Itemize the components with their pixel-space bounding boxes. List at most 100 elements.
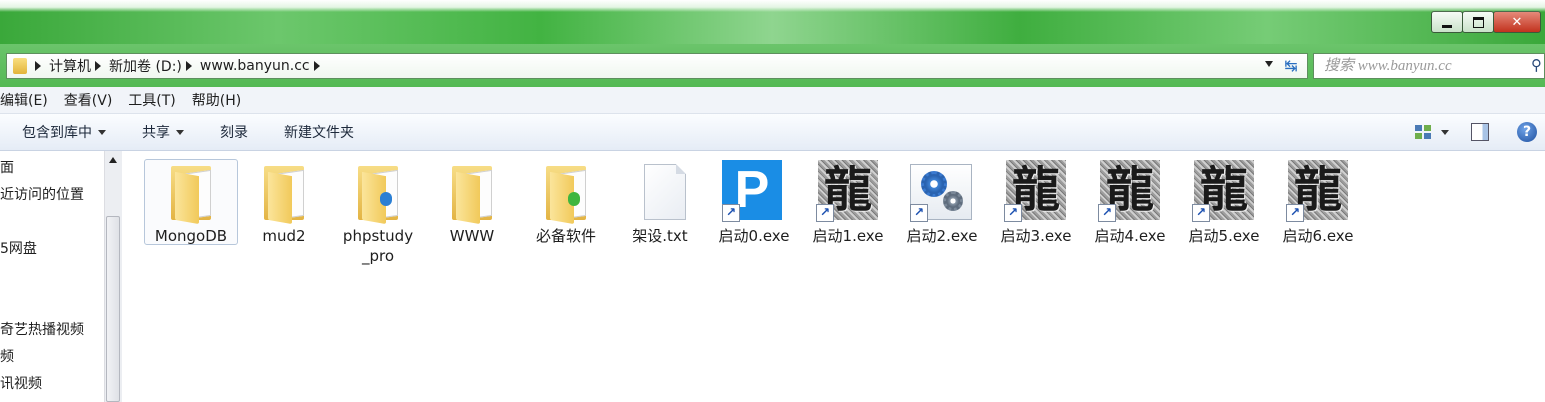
nav-item-desktop[interactable]: 面 [0, 157, 14, 177]
chevron-right-icon[interactable] [313, 61, 320, 71]
file-name: MongoDB [154, 227, 228, 245]
folder-icon [440, 160, 504, 225]
chevron-right-icon[interactable] [95, 61, 101, 71]
file-name: 启动3.exe [1000, 227, 1072, 245]
button-label: 新建文件夹 [284, 125, 354, 141]
file-item[interactable]: 龍 ↗ 启动4.exe [1084, 160, 1176, 246]
file-name: 启动6.exe [1282, 227, 1354, 245]
file-item[interactable]: WWW [426, 160, 518, 246]
shortcut-arrow-icon: ↗ [722, 204, 740, 222]
shortcut-arrow-icon: ↗ [1286, 204, 1304, 222]
nav-scrollbar[interactable] [104, 151, 122, 402]
chevron-down-icon[interactable] [1265, 61, 1273, 67]
dragon-app-icon: 龍 ↗ [1286, 160, 1350, 224]
search-icon[interactable]: ⚲ [1531, 56, 1542, 74]
file-item[interactable]: ↗ 启动2.exe [896, 160, 988, 246]
maximize-button[interactable] [1462, 11, 1494, 33]
folder-icon [534, 160, 598, 225]
title-bar: ✕ [0, 0, 1545, 44]
folder-icon [159, 160, 223, 225]
file-name: 架设.txt [632, 227, 688, 245]
file-name: 启动1.exe [812, 227, 884, 245]
breadcrumb-folder[interactable]: www.banyun.cc [200, 58, 328, 74]
address-row: 计算机 新加卷 (D:) www.banyun.cc ↹ ⚲ [0, 44, 1545, 87]
file-item[interactable]: 龍 ↗ 启动1.exe [802, 160, 894, 246]
address-bar[interactable]: 计算机 新加卷 (D:) www.banyun.cc ↹ [6, 53, 1308, 79]
menu-view[interactable]: 查看(V) [64, 90, 113, 110]
shortcut-arrow-icon: ↗ [1004, 204, 1022, 222]
file-item[interactable]: 架设.txt [614, 160, 706, 246]
file-item[interactable]: 龍 ↗ 启动5.exe [1178, 160, 1270, 246]
file-item[interactable]: MongoDB [144, 159, 238, 245]
search-input[interactable] [1322, 54, 1526, 78]
toolbar-right: ? [1415, 114, 1545, 150]
nav-item-recent-places[interactable]: 近访问的位置 [0, 184, 84, 204]
close-icon: ✕ [1511, 14, 1523, 30]
button-label: 刻录 [220, 125, 248, 141]
shortcut-arrow-icon: ↗ [910, 204, 928, 222]
dragon-app-icon: 龍 ↗ [816, 160, 880, 224]
folder-icon [346, 160, 410, 225]
share-button[interactable]: 共享 [142, 122, 184, 142]
file-list: MongoDB mud2 phpstudy_pro WWW 必备软件 架设.txt P ↗ 启动… [122, 151, 1545, 402]
preview-pane-icon[interactable] [1471, 123, 1489, 141]
breadcrumb-drive[interactable]: 新加卷 (D:) [109, 56, 200, 76]
search-box: ⚲ [1313, 53, 1545, 79]
window-controls: ✕ [1431, 11, 1541, 33]
chevron-down-icon [98, 129, 106, 135]
chevron-down-icon [176, 129, 184, 135]
file-item[interactable]: mud2 [238, 160, 330, 246]
button-label: 包含到库中 [22, 125, 92, 141]
chevron-right-icon[interactable] [35, 61, 41, 71]
menu-help[interactable]: 帮助(H) [192, 90, 241, 110]
shortcut-arrow-icon: ↗ [816, 204, 834, 222]
menu-edit[interactable]: 编辑(E) [0, 90, 48, 110]
file-name: 启动2.exe [906, 227, 978, 245]
chevron-right-icon[interactable] [185, 61, 192, 71]
folder-icon [13, 58, 27, 74]
file-item[interactable]: 必备软件 [520, 160, 612, 246]
maximize-icon [1472, 16, 1484, 28]
breadcrumb-label: www.banyun.cc [199, 58, 310, 74]
nav-item-tencent-video[interactable]: 讯视频 [0, 373, 42, 393]
gears-app-icon: ↗ [910, 160, 974, 224]
file-item[interactable]: P ↗ 启动0.exe [708, 160, 800, 246]
nav-item-netdisk[interactable]: 5网盘 [0, 238, 37, 258]
scroll-up-icon[interactable] [109, 157, 117, 163]
menu-tools[interactable]: 工具(T) [128, 90, 175, 110]
scroll-thumb[interactable] [106, 216, 120, 402]
minimize-icon [1442, 24, 1452, 28]
text-file-icon [628, 160, 692, 224]
file-item[interactable]: phpstudy_pro [332, 160, 424, 266]
menu-bar: 编辑(E) 查看(V) 工具(T) 帮助(H) [0, 87, 1545, 114]
dragon-app-icon: 龍 ↗ [1192, 160, 1256, 224]
chevron-down-icon[interactable] [1441, 129, 1449, 135]
navigation-pane: 面 近访问的位置 5网盘 奇艺热播视频 频 讯视频 [0, 151, 104, 402]
include-in-library-button[interactable]: 包含到库中 [22, 122, 106, 142]
file-item[interactable]: 龍 ↗ 启动6.exe [1272, 160, 1364, 246]
file-name: mud2 [262, 227, 306, 245]
minimize-button[interactable] [1431, 11, 1463, 33]
burn-button[interactable]: 刻录 [220, 122, 248, 142]
file-name: 必备软件 [535, 227, 596, 245]
dragon-app-icon: 龍 ↗ [1098, 160, 1162, 224]
new-folder-button[interactable]: 新建文件夹 [284, 122, 354, 142]
file-name: 启动4.exe [1094, 227, 1166, 245]
file-name: 启动0.exe [718, 227, 790, 245]
file-item[interactable]: 龍 ↗ 启动3.exe [990, 160, 1082, 246]
shortcut-arrow-icon: ↗ [1098, 204, 1116, 222]
breadcrumb-computer[interactable]: 计算机 [49, 56, 109, 76]
button-label: 共享 [142, 125, 170, 141]
file-name: 启动5.exe [1188, 227, 1260, 245]
close-button[interactable]: ✕ [1493, 11, 1541, 33]
view-options-icon[interactable] [1415, 125, 1431, 139]
dragon-app-icon: 龍 ↗ [1004, 160, 1068, 224]
nav-item-video[interactable]: 频 [0, 346, 14, 366]
breadcrumb-label: 新加卷 (D:) [109, 59, 182, 75]
file-name: WWW [449, 227, 495, 245]
command-bar: 包含到库中 共享 刻录 新建文件夹 ? [0, 114, 1545, 151]
breadcrumb-label: 计算机 [49, 59, 91, 75]
help-icon[interactable]: ? [1517, 122, 1537, 142]
refresh-icon[interactable]: ↹ [1281, 56, 1301, 76]
nav-item-iqiyi[interactable]: 奇艺热播视频 [0, 319, 84, 339]
